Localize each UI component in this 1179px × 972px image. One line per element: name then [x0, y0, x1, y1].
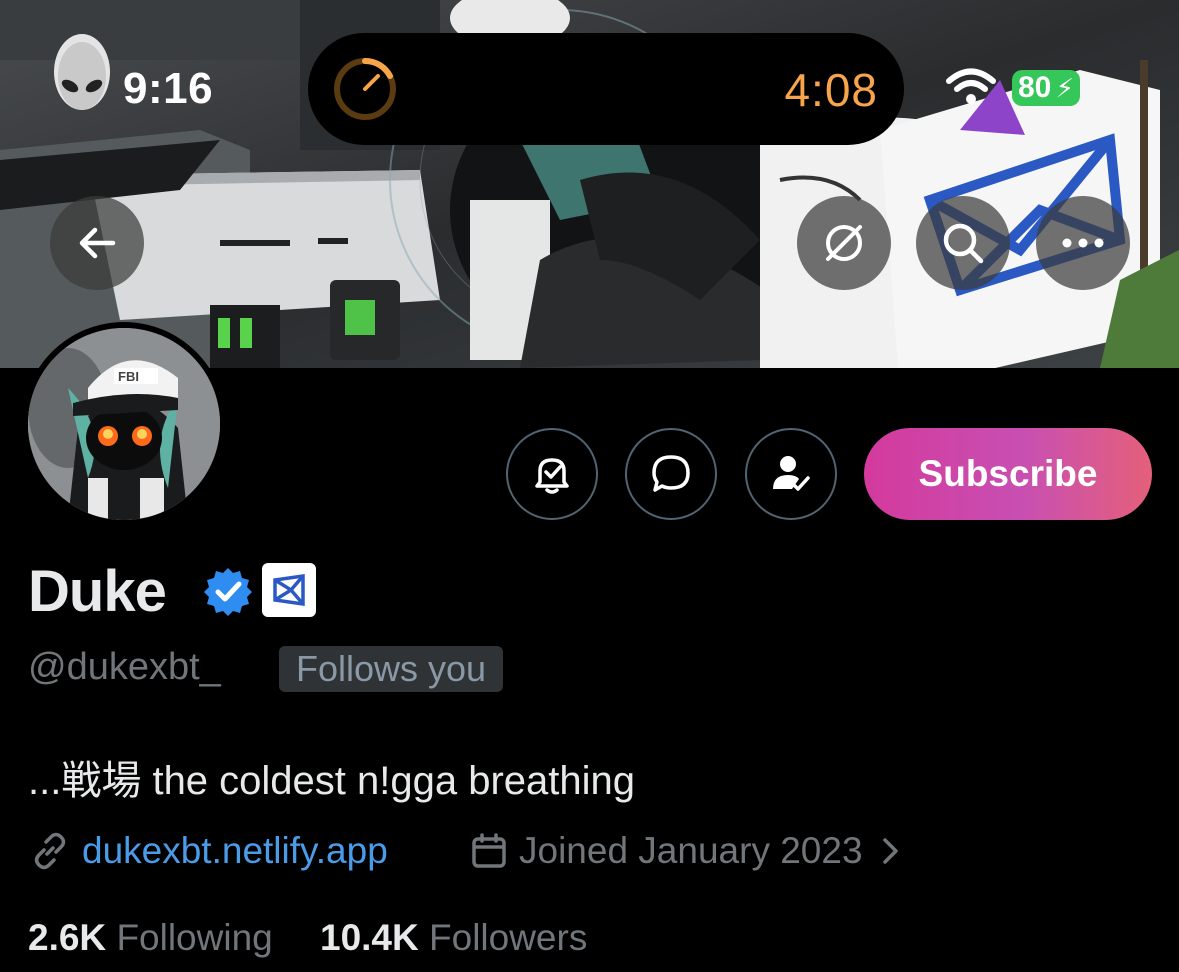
chevron-right-icon — [882, 838, 898, 864]
message-button[interactable] — [625, 428, 717, 520]
avatar-image: FBI — [28, 328, 220, 520]
alien-icon — [54, 34, 110, 110]
bell-check-icon — [535, 458, 569, 494]
back-button[interactable] — [50, 196, 144, 290]
timer-ring-icon — [334, 57, 396, 120]
link-icon — [34, 832, 66, 870]
calendar-icon — [472, 833, 506, 868]
notifications-button[interactable] — [506, 428, 598, 520]
website-link[interactable]: dukexbt.netlify.app — [82, 830, 388, 872]
website-row[interactable]: dukexbt.netlify.app — [30, 830, 388, 872]
subscribe-button[interactable]: Subscribe — [864, 428, 1152, 520]
follow-button[interactable] — [745, 428, 837, 520]
follows-you-badge: Follows you — [279, 646, 504, 692]
grok-button[interactable] — [797, 196, 891, 290]
user-check-icon — [773, 456, 810, 491]
battery-icon: 80 ⚡ — [1012, 70, 1080, 106]
battery-level: 80 — [1018, 71, 1052, 104]
joined-date: Joined January 2023 — [519, 830, 863, 871]
following-label: Following — [116, 917, 273, 958]
activity-timer: 4:08 — [784, 64, 878, 116]
dynamic-island[interactable]: 4:08 — [308, 33, 904, 145]
followers-label: Followers — [429, 917, 588, 958]
more-icon — [1062, 238, 1104, 248]
grok-icon — [826, 225, 862, 261]
followers-count: 10.4K — [320, 917, 419, 958]
search-button[interactable] — [916, 196, 1010, 290]
profile-bio: ...戦場 the coldest n!gga breathing — [28, 759, 636, 803]
affiliate-logo — [273, 573, 305, 607]
svg-text:FBI: FBI — [118, 369, 139, 384]
back-arrow-icon — [79, 227, 116, 259]
affiliate-org-icon[interactable] — [262, 563, 316, 617]
status-bar: 9:16 4:08 80 ⚡ — [0, 0, 1179, 150]
message-icon — [652, 455, 690, 492]
profile-name: Duke — [28, 559, 167, 624]
joined-row[interactable]: Joined January 2023 — [469, 830, 903, 872]
followers-stat[interactable]: 10.4K Followers — [320, 917, 587, 959]
avatar[interactable]: FBI — [22, 322, 226, 526]
following-stat[interactable]: 2.6K Following — [28, 917, 273, 959]
following-count: 2.6K — [28, 917, 107, 958]
avatar-illustration: FBI — [28, 328, 220, 520]
profile-handle: @dukexbt_ — [28, 646, 221, 688]
status-time: 9:16 — [123, 64, 214, 113]
verified-badge-icon[interactable] — [203, 566, 253, 616]
wifi-icon — [946, 68, 996, 104]
search-icon — [943, 223, 984, 264]
charging-bolt-icon: ⚡ — [1055, 73, 1074, 103]
more-button[interactable] — [1036, 196, 1130, 290]
